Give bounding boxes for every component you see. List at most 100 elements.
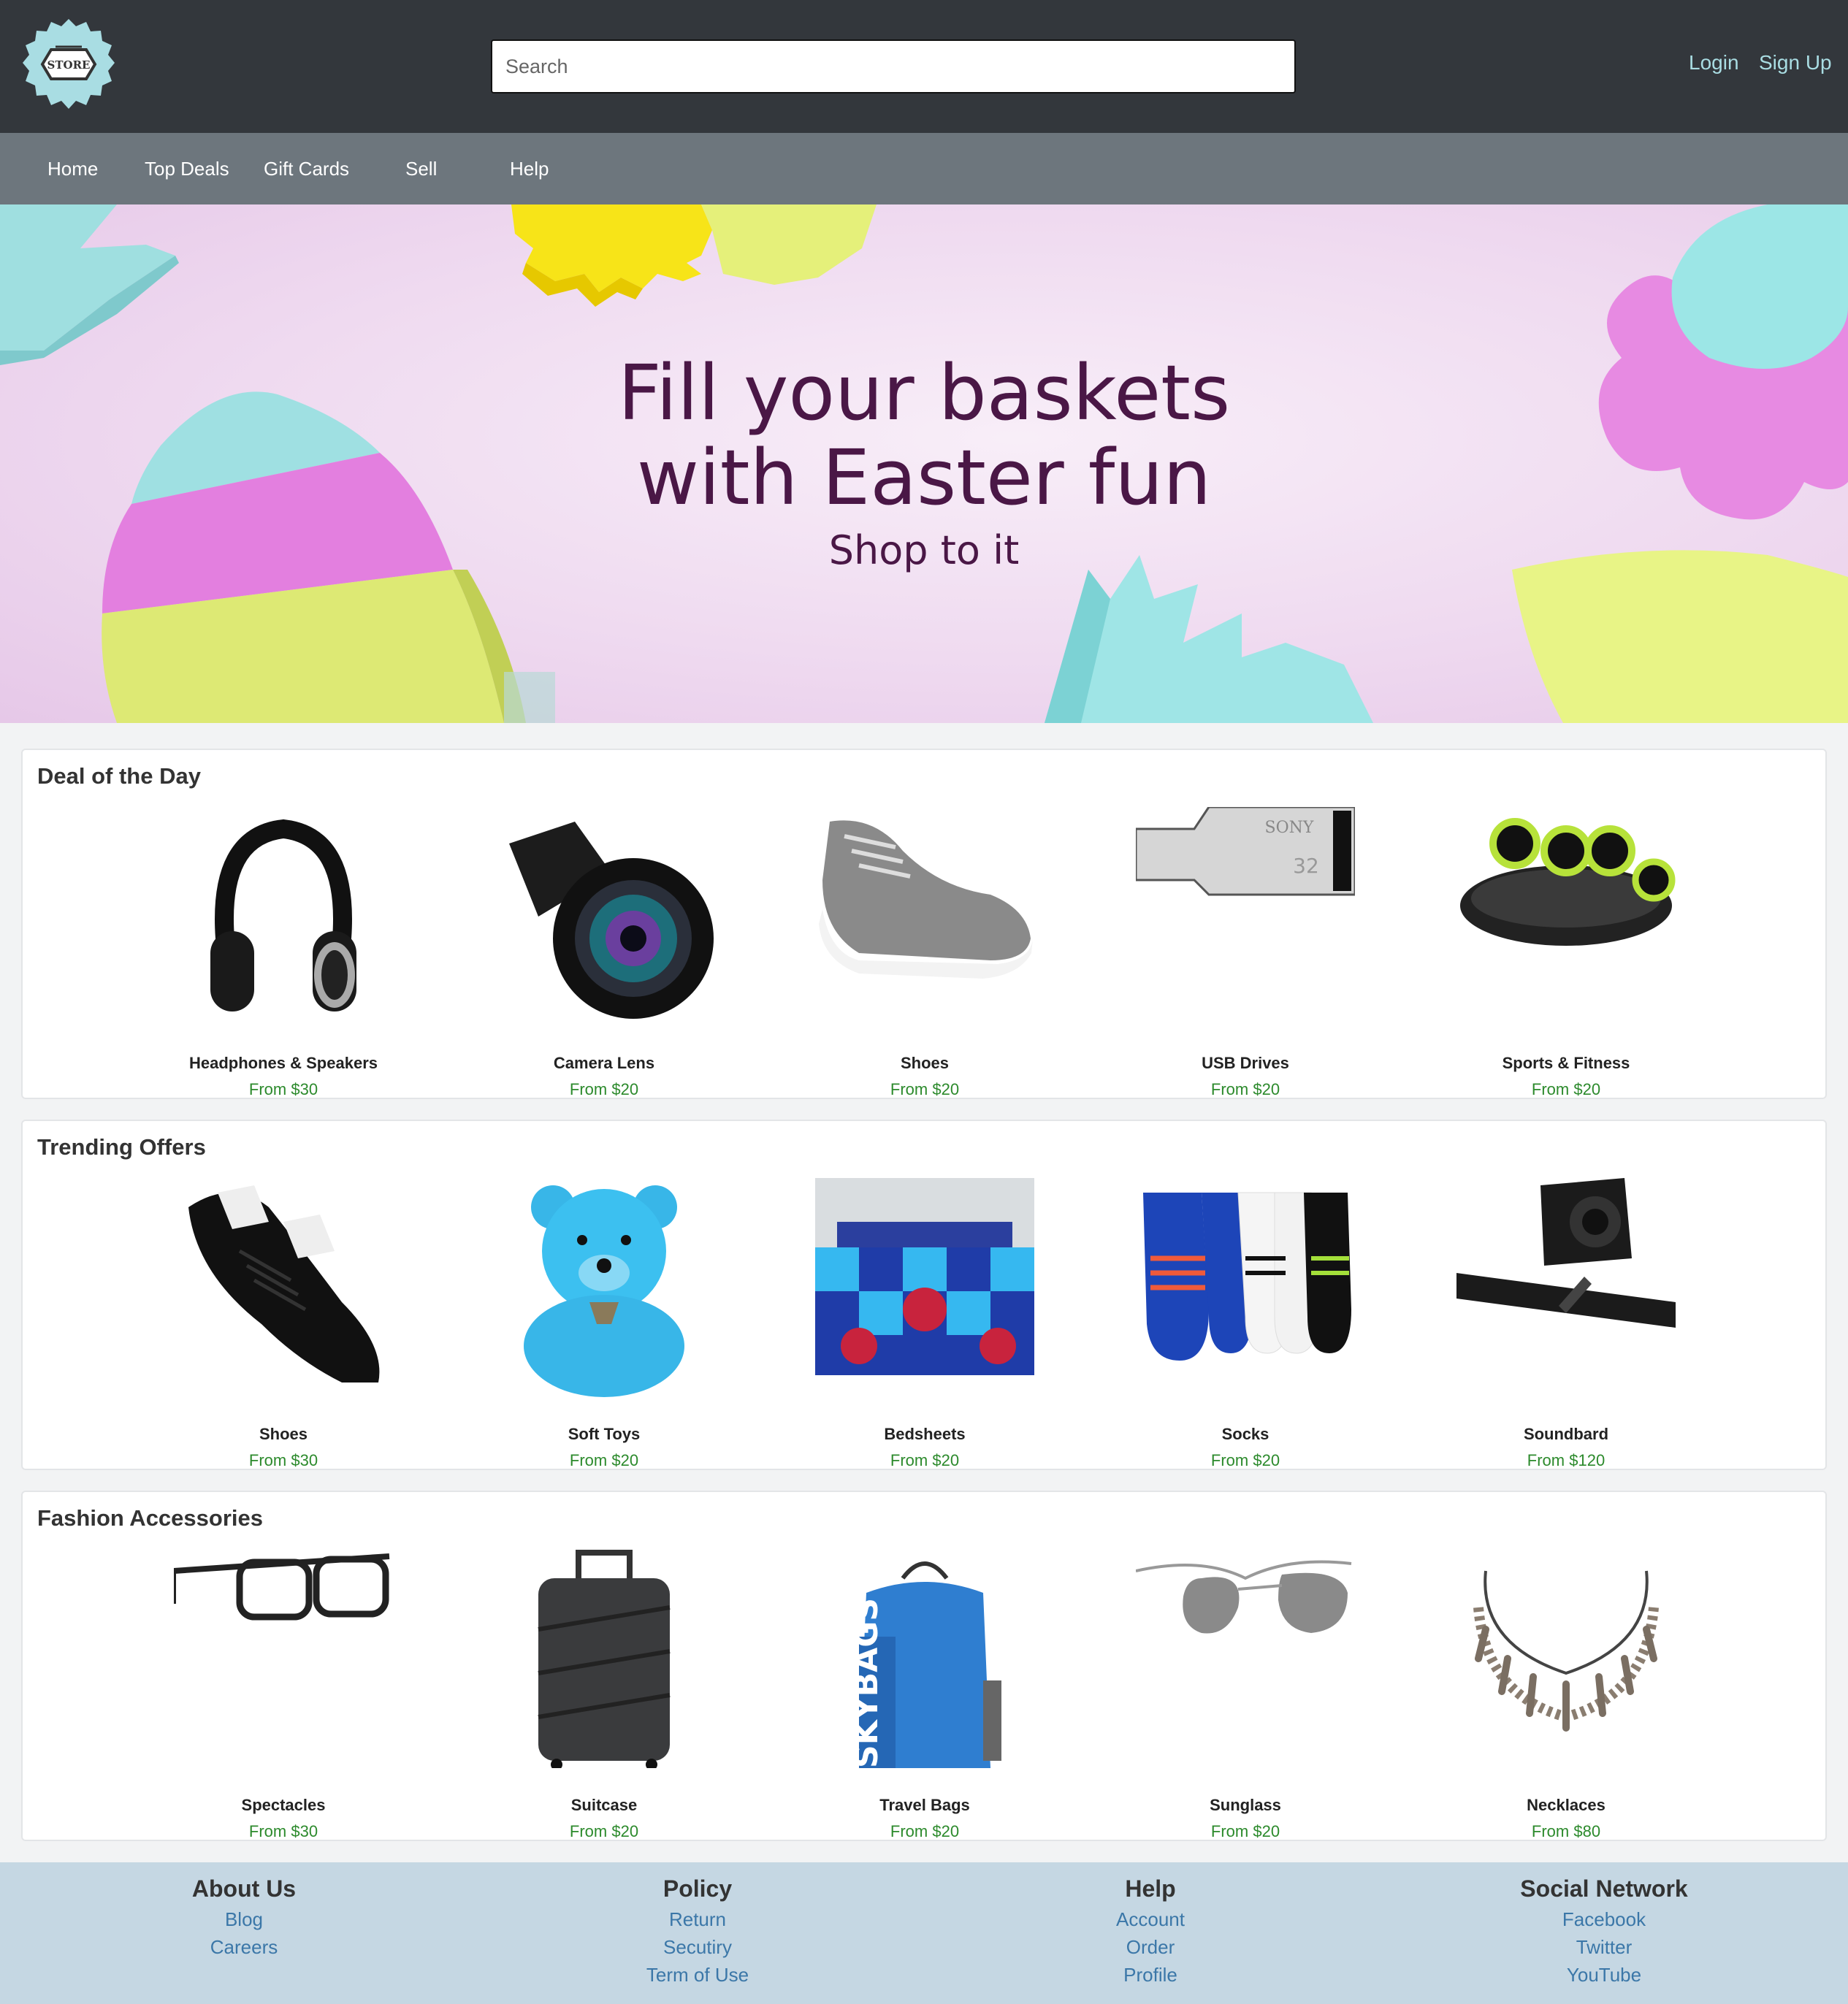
signup-link[interactable]: Sign Up: [1759, 51, 1832, 74]
product-name: Camera Lens: [553, 1054, 655, 1072]
product-name: Spectacles: [241, 1796, 326, 1814]
ab-roller-icon: [1460, 818, 1676, 946]
section-deal-of-the-day: Deal of the Day Headphones & Speakers Fr…: [21, 749, 1827, 1099]
usb-drive-icon: SONY 32: [1136, 807, 1355, 896]
product-price: From $30: [248, 1451, 318, 1469]
soundbar-icon: [1456, 1178, 1676, 1328]
suitcase-icon: [538, 1550, 671, 1768]
product-card[interactable]: Shoes From $30: [123, 1178, 429, 1469]
product-name: Sunglass: [1210, 1796, 1281, 1814]
product-card[interactable]: Bedsheets From $20: [764, 1178, 1071, 1469]
product-price: From $20: [1210, 1080, 1280, 1098]
hero-title-line1: Fill your baskets: [617, 348, 1231, 437]
section-title: Fashion Accessories: [37, 1505, 263, 1531]
bedsheet-icon: [815, 1178, 1034, 1375]
top-header: STORE Login Sign Up: [0, 0, 1848, 133]
product-price: From $30: [248, 1822, 318, 1840]
camera-lens-icon: [509, 822, 714, 1019]
section-fashion-accessories: Fashion Accessories Spectacles From $30 …: [21, 1491, 1827, 1841]
product-price: From $80: [1531, 1822, 1601, 1840]
product-price: From $20: [569, 1822, 639, 1840]
teddy-bear-icon: [524, 1185, 684, 1397]
login-link[interactable]: Login: [1689, 51, 1739, 74]
svg-text:SKYBAGS: SKYBAGS: [848, 1598, 885, 1768]
product-price: From $20: [890, 1080, 960, 1098]
footer-link-return[interactable]: Return: [551, 1905, 844, 1933]
footer-link-order[interactable]: Order: [1004, 1933, 1297, 1961]
product-card[interactable]: Camera Lens From $20: [443, 807, 750, 1098]
product-name: Suitcase: [570, 1796, 638, 1814]
footer-heading: Social Network: [1520, 1875, 1688, 1902]
product-name: Bedsheets: [884, 1425, 966, 1443]
footer-column-about: About Us Blog Careers: [98, 1875, 390, 1961]
product-price: From $120: [1527, 1451, 1605, 1469]
nav-item-top-deals[interactable]: Top Deals: [145, 158, 229, 180]
product-price: From $20: [890, 1822, 960, 1840]
product-card[interactable]: Sports & Fitness From $20: [1405, 807, 1712, 1098]
product-name: USB Drives: [1202, 1054, 1289, 1072]
hero-banner[interactable]: Fill your baskets with Easter fun Shop t…: [0, 204, 1848, 723]
footer-column-policy: Policy Return Secutiry Term of Use: [551, 1875, 844, 1989]
product-card[interactable]: Soundbard From $120: [1405, 1178, 1712, 1469]
footer-column-social: Social Network Facebook Twitter YouTube: [1458, 1875, 1750, 1989]
footer-link-terms[interactable]: Term of Use: [551, 1961, 844, 1989]
footer-column-help: Help Account Order Profile: [1004, 1875, 1297, 1989]
product-name: Necklaces: [1527, 1796, 1605, 1814]
backpack-icon: SKYBAGS: [848, 1561, 1001, 1768]
footer-link-twitter[interactable]: Twitter: [1458, 1933, 1750, 1961]
product-name: Shoes: [259, 1425, 308, 1443]
nav-item-help[interactable]: Help: [510, 158, 549, 180]
nav-item-home[interactable]: Home: [47, 158, 98, 180]
nav-item-gift-cards[interactable]: Gift Cards: [264, 158, 349, 180]
product-name: Travel Bags: [879, 1796, 970, 1814]
product-price: From $20: [569, 1080, 639, 1098]
socks-icon: [1143, 1192, 1351, 1361]
product-card[interactable]: Soft Toys From $20: [443, 1178, 750, 1469]
product-card[interactable]: SONY 32 USB Drives From $20: [1085, 807, 1391, 1098]
site-footer: About Us Blog Careers Policy Return Secu…: [0, 1862, 1848, 2004]
hero-subtitle: Shop to it: [828, 527, 1020, 573]
footer-link-careers[interactable]: Careers: [98, 1933, 390, 1961]
footer-link-profile[interactable]: Profile: [1004, 1961, 1297, 1989]
usb-capacity-label: 32: [1293, 854, 1319, 878]
footer-heading: Help: [1125, 1875, 1176, 1902]
nav-item-sell[interactable]: Sell: [405, 158, 437, 180]
footer-link-security[interactable]: Secutiry: [551, 1933, 844, 1961]
hero-title: Fill your baskets with Easter fun: [0, 351, 1848, 520]
product-card[interactable]: Necklaces From $80: [1405, 1549, 1712, 1840]
product-card[interactable]: Suitcase From $20: [443, 1549, 750, 1840]
black-sneaker-icon: [188, 1185, 380, 1382]
logo-text: STORE: [47, 58, 91, 72]
product-card[interactable]: SKYBAGS Travel Bags From $20: [764, 1549, 1071, 1840]
necklace-icon: [1473, 1570, 1659, 1732]
main-nav: Home Top Deals Gift Cards Sell Help: [0, 133, 1848, 204]
usb-brand-label: SONY: [1265, 819, 1314, 837]
sunglasses-icon: [1136, 1560, 1352, 1634]
product-name: Headphones & Speakers: [189, 1054, 378, 1072]
product-price: From $20: [1531, 1080, 1601, 1098]
spectacles-icon: [174, 1553, 390, 1621]
footer-heading: Policy: [663, 1875, 733, 1902]
search-input[interactable]: [492, 41, 1294, 92]
product-card[interactable]: Headphones & Speakers From $30: [123, 807, 429, 1098]
headphones-icon: [210, 819, 356, 1011]
footer-link-youtube[interactable]: YouTube: [1458, 1961, 1750, 1989]
product-price: From $20: [890, 1451, 960, 1469]
product-card[interactable]: Shoes From $20: [764, 807, 1071, 1098]
search-box[interactable]: [491, 39, 1296, 93]
product-card[interactable]: Socks From $20: [1085, 1178, 1391, 1469]
hero-title-line2: with Easter fun: [636, 433, 1212, 522]
product-name: Soundbard: [1523, 1425, 1609, 1443]
store-logo[interactable]: STORE: [22, 18, 115, 111]
section-trending-offers: Trending Offers Shoes From $30 Soft Toys…: [21, 1120, 1827, 1470]
product-card[interactable]: Sunglass From $20: [1085, 1549, 1391, 1840]
footer-link-account[interactable]: Account: [1004, 1905, 1297, 1933]
product-name: Sports & Fitness: [1502, 1054, 1630, 1072]
product-name: Soft Toys: [568, 1425, 641, 1443]
footer-link-blog[interactable]: Blog: [98, 1905, 390, 1933]
product-card[interactable]: Spectacles From $30: [123, 1549, 429, 1840]
sneaker-icon: [819, 820, 1033, 979]
footer-link-facebook[interactable]: Facebook: [1458, 1905, 1750, 1933]
product-price: From $20: [1210, 1822, 1280, 1840]
product-price: From $30: [248, 1080, 318, 1098]
